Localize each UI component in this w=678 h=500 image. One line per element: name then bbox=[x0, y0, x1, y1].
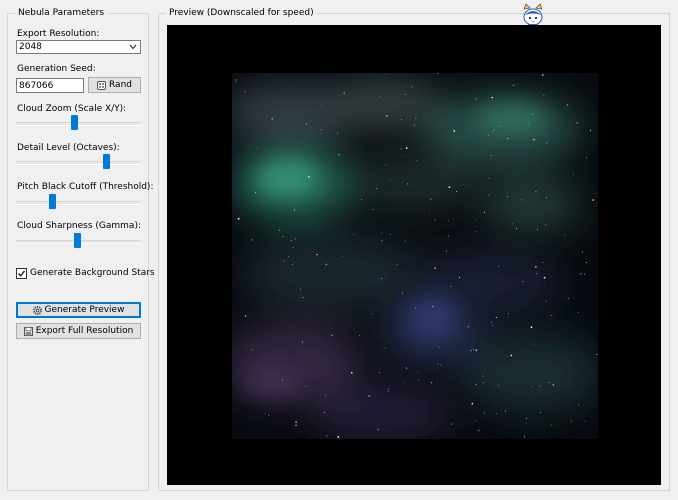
parameters-panel-title: Nebula Parameters bbox=[15, 8, 108, 19]
save-icon bbox=[23, 326, 33, 336]
detail-level-slider[interactable] bbox=[16, 154, 141, 170]
export-resolution-select[interactable]: 2048 bbox=[16, 40, 141, 54]
checkmark-icon bbox=[17, 270, 26, 277]
gamma-slider[interactable] bbox=[16, 233, 141, 249]
cloud-zoom-label: Cloud Zoom (Scale X/Y): bbox=[17, 104, 127, 114]
rand-button-label: Rand bbox=[109, 80, 132, 90]
stars-checkbox[interactable] bbox=[16, 268, 27, 279]
seed-value: 867066 bbox=[19, 81, 54, 91]
cloud-zoom-slider[interactable] bbox=[16, 115, 141, 131]
threshold-track bbox=[16, 201, 141, 205]
preview-canvas bbox=[167, 25, 661, 485]
chevron-down-icon bbox=[129, 44, 137, 50]
threshold-label: Pitch Black Cutoff (Threshold): bbox=[17, 182, 154, 192]
export-resolution-label: Export Resolution: bbox=[17, 29, 100, 39]
detail-level-thumb[interactable] bbox=[103, 154, 110, 169]
dice-icon bbox=[97, 80, 106, 90]
nebula-render bbox=[232, 73, 598, 438]
gear-icon bbox=[32, 305, 42, 315]
generate-preview-label: Generate Preview bbox=[44, 305, 125, 315]
generate-preview-button[interactable]: Generate Preview bbox=[16, 302, 141, 318]
rand-button[interactable]: Rand bbox=[88, 77, 141, 93]
export-full-button[interactable]: Export Full Resolution bbox=[16, 323, 141, 339]
export-full-label: Export Full Resolution bbox=[35, 326, 134, 336]
preview-panel-title: Preview (Downscaled for speed) bbox=[166, 8, 317, 19]
threshold-thumb[interactable] bbox=[49, 194, 57, 209]
gamma-label: Cloud Sharpness (Gamma): bbox=[17, 221, 141, 231]
detail-level-track bbox=[16, 161, 141, 165]
nebula-image bbox=[232, 73, 598, 439]
seed-input[interactable]: 867066 bbox=[16, 78, 84, 93]
stars-label: Generate Background Stars bbox=[30, 268, 155, 278]
threshold-slider[interactable] bbox=[16, 194, 141, 210]
export-resolution-value: 2048 bbox=[19, 42, 42, 52]
detail-level-label: Detail Level (Octaves): bbox=[17, 143, 120, 153]
cloud-zoom-thumb[interactable] bbox=[70, 115, 78, 130]
cloud-zoom-track bbox=[16, 122, 141, 126]
gamma-thumb[interactable] bbox=[74, 233, 82, 248]
seed-label: Generation Seed: bbox=[17, 64, 96, 74]
